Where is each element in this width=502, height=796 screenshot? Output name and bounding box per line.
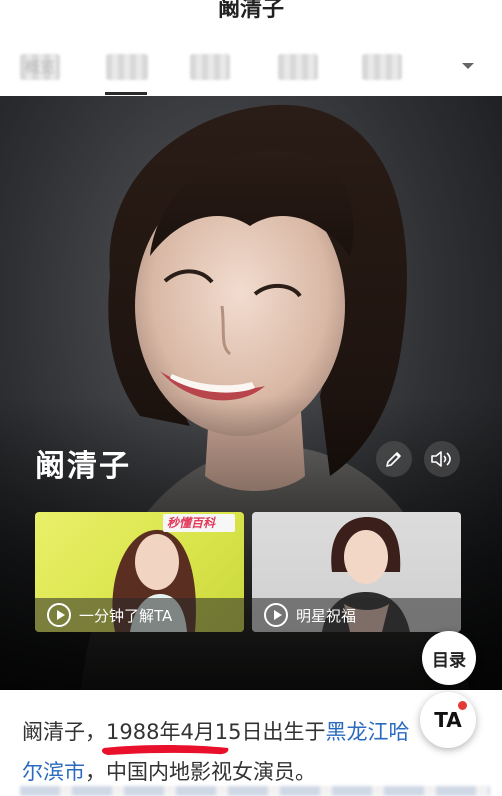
- page-header: 阚清子: [0, 0, 502, 32]
- video-card-greeting[interactable]: 明星祝福: [252, 512, 461, 632]
- speaker-icon: [431, 451, 451, 467]
- link-ha[interactable]: 哈: [389, 720, 410, 744]
- toc-button[interactable]: 目录: [422, 631, 476, 685]
- red-underline-annotation: [101, 745, 229, 755]
- active-tab-indicator: [105, 92, 147, 95]
- chevron-down-icon[interactable]: [458, 56, 478, 76]
- pencil-icon: [386, 452, 401, 467]
- video-badge: 秒懂百科: [167, 516, 216, 530]
- notification-dot: [458, 701, 467, 710]
- video-caption-bar: 明星祝福: [252, 598, 461, 632]
- intro-rest: ，中国内地影视女演员。: [85, 760, 316, 784]
- play-icon: [264, 603, 288, 627]
- hero-banner: 阚清子 秒懂百科 一分钟了解TA 明星祝福 目录: [0, 96, 502, 690]
- link-harbin[interactable]: 尔滨市: [22, 760, 85, 784]
- video-card-intro[interactable]: 秒懂百科 一分钟了解TA: [35, 512, 244, 632]
- video-label: 明星祝福: [296, 606, 357, 625]
- tab-3[interactable]: [190, 54, 230, 80]
- tab-5[interactable]: [362, 54, 402, 80]
- ta-button[interactable]: TA: [420, 692, 476, 748]
- play-icon: [47, 603, 71, 627]
- hero-name: 阚清子: [35, 449, 131, 484]
- tab-bar: 概览: [0, 46, 502, 96]
- tab-2[interactable]: [106, 54, 148, 80]
- born-in-text: 出生于: [262, 720, 326, 744]
- video-caption-bar: 一分钟了解TA: [35, 598, 244, 632]
- intro-name: 阚清子，: [22, 720, 106, 744]
- video-label: 一分钟了解TA: [79, 606, 173, 625]
- blurred-text-line: [20, 786, 490, 796]
- tab-4[interactable]: [278, 54, 318, 80]
- ta-label: TA: [434, 708, 462, 732]
- audio-button[interactable]: [424, 441, 460, 477]
- link-heilongjiang[interactable]: 黑龙江: [326, 720, 389, 744]
- tab-overview[interactable]: 概览: [20, 54, 60, 80]
- page-title: 阚清子: [217, 0, 284, 22]
- edit-button[interactable]: [376, 441, 412, 477]
